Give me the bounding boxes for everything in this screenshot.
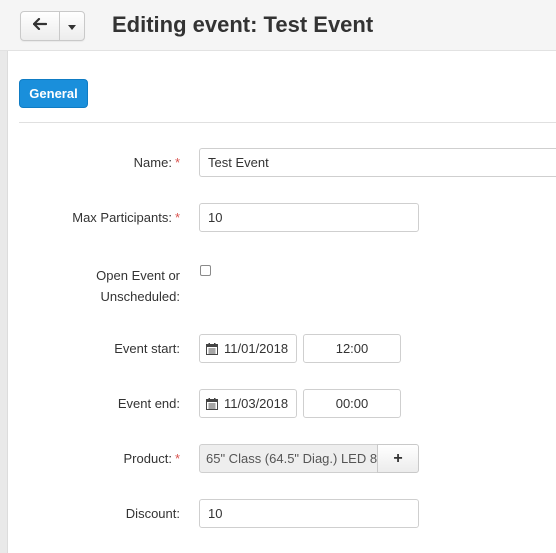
open-event-checkbox[interactable] xyxy=(200,265,211,276)
tab-general[interactable]: General xyxy=(19,79,88,108)
discount-input[interactable]: 10 xyxy=(199,499,419,528)
arrow-left-icon xyxy=(32,17,48,35)
max-participants-input[interactable]: 10 xyxy=(199,203,419,232)
left-rail xyxy=(0,0,8,553)
back-button[interactable] xyxy=(21,12,60,40)
name-label: Name: * xyxy=(133,155,180,170)
required-marker: * xyxy=(174,155,180,170)
calendar-icon xyxy=(206,397,218,410)
event-start-time-input[interactable]: 12:00 xyxy=(303,334,401,363)
event-start-label: Event start: xyxy=(114,341,180,356)
name-input[interactable]: Test Event xyxy=(199,148,556,177)
event-end-label: Event end: xyxy=(117,396,180,411)
divider xyxy=(19,122,556,123)
event-end-date-input[interactable]: 11/03/2018 xyxy=(199,389,297,418)
product-input[interactable]: 65" Class (64.5" Diag.) LED 8 xyxy=(199,444,378,473)
calendar-icon xyxy=(206,342,218,355)
event-end-time-input[interactable]: 00:00 xyxy=(303,389,401,418)
nav-dropdown-button[interactable] xyxy=(60,12,84,40)
caret-down-icon xyxy=(68,17,76,35)
plus-icon: + xyxy=(393,449,403,467)
discount-label: Discount: xyxy=(125,506,180,521)
required-marker: * xyxy=(174,451,180,466)
product-label: Product: * xyxy=(123,451,180,466)
page-title: Editing event: Test Event xyxy=(112,12,374,37)
nav-button-group xyxy=(20,11,85,41)
max-participants-label: Max Participants: * xyxy=(72,210,180,225)
open-event-label: Open Event or Unscheduled: xyxy=(96,268,180,304)
page-header: Editing event: Test Event xyxy=(0,0,556,51)
required-marker: * xyxy=(174,210,180,225)
event-start-date-input[interactable]: 11/01/2018 xyxy=(199,334,297,363)
add-product-button[interactable]: + xyxy=(377,444,419,473)
